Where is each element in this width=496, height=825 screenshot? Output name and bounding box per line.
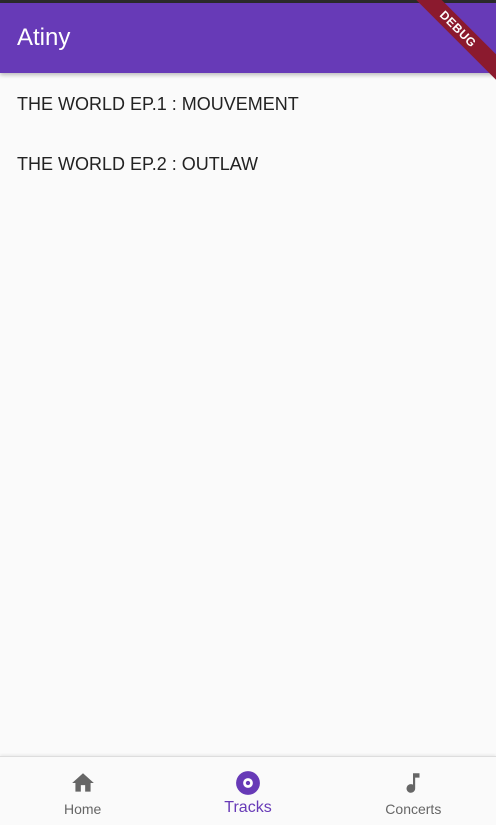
nav-label-tracks: Tracks <box>224 799 272 816</box>
album-list: THE WORLD EP.1 : MOUVEMENT THE WORLD EP.… <box>0 73 496 193</box>
app-title: Atiny <box>17 24 71 51</box>
music-note-icon <box>406 773 420 793</box>
home-icon <box>71 773 94 792</box>
nav-label-concerts: Concerts <box>385 801 442 817</box>
app-screen: Atiny DEBUG THE WORLD EP.1 : MOUVEMENT T… <box>0 0 496 825</box>
bottom-navigation-bar: Home Tracks Concerts <box>0 756 496 825</box>
disc-icon <box>236 771 260 795</box>
nav-item-concerts[interactable]: Concerts <box>331 757 496 825</box>
nav-item-tracks[interactable]: Tracks <box>165 757 330 825</box>
app-bar: Atiny <box>0 3 496 73</box>
album-list-item[interactable]: THE WORLD EP.2 : OUTLAW <box>0 133 496 193</box>
nav-item-home[interactable]: Home <box>0 757 165 825</box>
album-title: THE WORLD EP.1 : MOUVEMENT <box>17 94 299 114</box>
album-list-item[interactable]: THE WORLD EP.1 : MOUVEMENT <box>0 73 496 133</box>
album-title: THE WORLD EP.2 : OUTLAW <box>17 154 259 174</box>
nav-label-home: Home <box>63 801 102 817</box>
